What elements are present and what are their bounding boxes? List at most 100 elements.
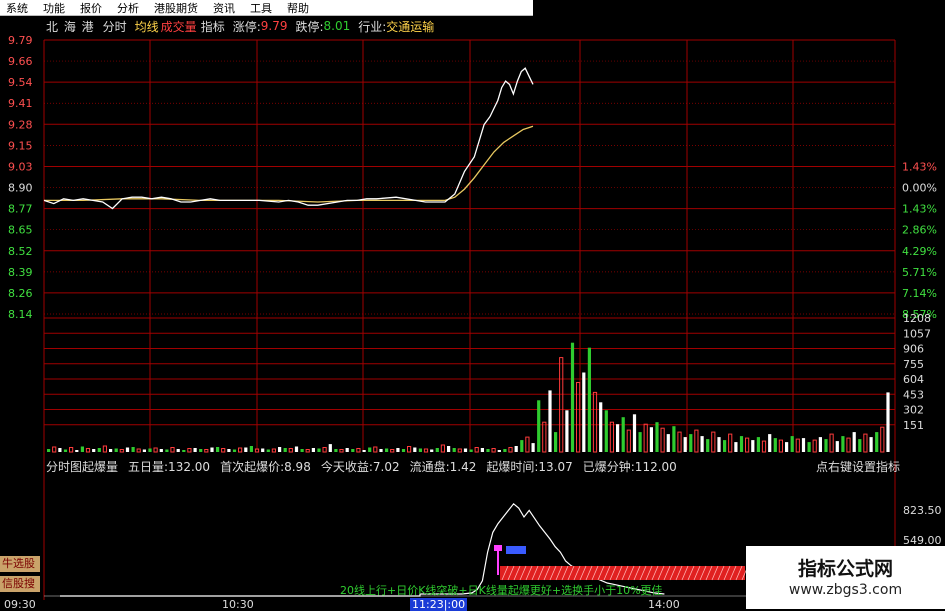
volume-bar [187,448,192,453]
volume-bar [193,448,197,452]
indicator-tick-label: 823.50 [903,504,942,517]
percent-tick-label: 1.43% [902,203,937,216]
chart-grid [43,39,896,600]
volume-bar [317,448,321,452]
volume-bar [520,440,524,452]
volume-bar [604,410,608,452]
volume-bar [356,448,361,453]
volume-bar [756,437,760,452]
volume-bar [683,437,687,452]
volume-tick-label: 1057 [903,327,931,340]
volume-bar [283,448,287,452]
volume-bar [221,448,226,453]
volume-tick-label: 1208 [903,312,931,325]
volume-bar [829,433,834,453]
price-tick-label: 9.15 [8,139,33,152]
volume-bar [587,347,591,452]
volume-bar [626,429,631,453]
volume-bar [58,448,62,452]
volume-bar [261,448,265,452]
time-label-1030: 10:30 [222,598,254,611]
price-tick-label: 9.03 [8,160,33,173]
volume-bar [379,449,383,452]
volume-bar [565,410,569,452]
intraday-chart-area[interactable]: 9.79 9.66 9.54 9.41 9.28 9.15 9.03 8.90 8.77 8.65… [0,0,945,609]
volume-bar [463,448,468,452]
percent-tick-label: 2.86% [902,224,937,237]
volume-bar [119,449,124,453]
volume-bar [271,448,276,453]
volume-bar [689,434,693,452]
volume-bar [880,426,885,453]
volume-bar [666,434,670,452]
stat-float: 流通盘:1.42 [409,460,477,474]
side-button-select[interactable]: 牛选股 [0,556,40,572]
volume-bar [869,437,873,452]
volume-bar [311,448,315,452]
volume-bar [858,439,862,452]
side-button-search[interactable]: 信股搜 [0,576,40,592]
volume-bar [125,447,130,452]
volume-bar [491,448,496,453]
signal-text: 20线上行+日价K线突破+日K线量起爆更好+选换手小于10%更佳 [340,583,663,597]
volume-bar [655,422,659,452]
volume-bar [430,449,434,452]
volume-bar [801,438,806,452]
volume-bar [480,448,484,452]
volume-bars [47,342,890,453]
volume-bar [92,449,96,452]
price-line [43,67,534,210]
volume-bar [300,449,304,452]
volume-bar [288,448,293,453]
volume-bar [863,433,868,453]
price-tick-label: 8.90 [8,182,33,195]
volume-bar [52,446,57,453]
volume-bar [334,449,338,452]
price-tick-label: 9.66 [8,55,33,68]
indicator-line [60,502,665,597]
volume-tick-label: 755 [903,358,924,371]
volume-bar [795,438,800,453]
volume-bar [824,439,828,452]
volume-bar [734,442,738,452]
volume-bar [807,442,811,452]
stat-first-price: 首次起爆价:8.98 [220,460,311,474]
volume-bar [227,449,231,452]
volume-bar [210,447,214,452]
volume-bar [835,441,839,452]
volume-bar [339,449,344,453]
price-axis-labels: 9.79 9.66 9.54 9.41 9.28 9.15 9.03 8.90 8.77 8.65… [8,34,33,321]
volume-bar [768,434,772,452]
volume-bar [136,448,141,453]
volume-bar [486,449,490,452]
volume-bar [643,423,648,453]
price-tick-label: 9.41 [8,97,33,110]
volume-bar [474,447,479,453]
volume-bar [875,432,879,452]
volume-bar [790,436,794,452]
volume-bar [266,449,270,452]
volume-bar [886,392,890,452]
price-tick-label: 8.52 [8,245,33,258]
volume-bar [396,448,400,452]
volume-bar [852,432,856,452]
volume-bar [723,440,727,452]
volume-bar [148,448,152,452]
volume-bar [638,432,642,452]
stat-five-day: 五日量:132.00 [128,460,211,474]
stat-time: 起爆时间:13.07 [486,460,573,474]
volume-bar [423,448,429,453]
indicator-stats-bar: 分时图起爆量 五日量:132.00 首次起爆价:8.98 今天收益:7.02 流… [46,458,900,475]
right-click-hint[interactable]: 点右键设置指标 [816,458,900,475]
volume-bar [102,445,108,453]
volume-bar [503,449,507,452]
volume-bar [351,449,355,452]
volume-bar [199,449,203,452]
price-tick-label: 9.79 [8,34,33,47]
volume-bar [599,402,603,452]
volume-bar [531,443,535,452]
volume-bar [440,444,445,453]
volume-bar [514,446,518,452]
volume-bar [621,417,625,452]
volume-bar [85,448,91,453]
